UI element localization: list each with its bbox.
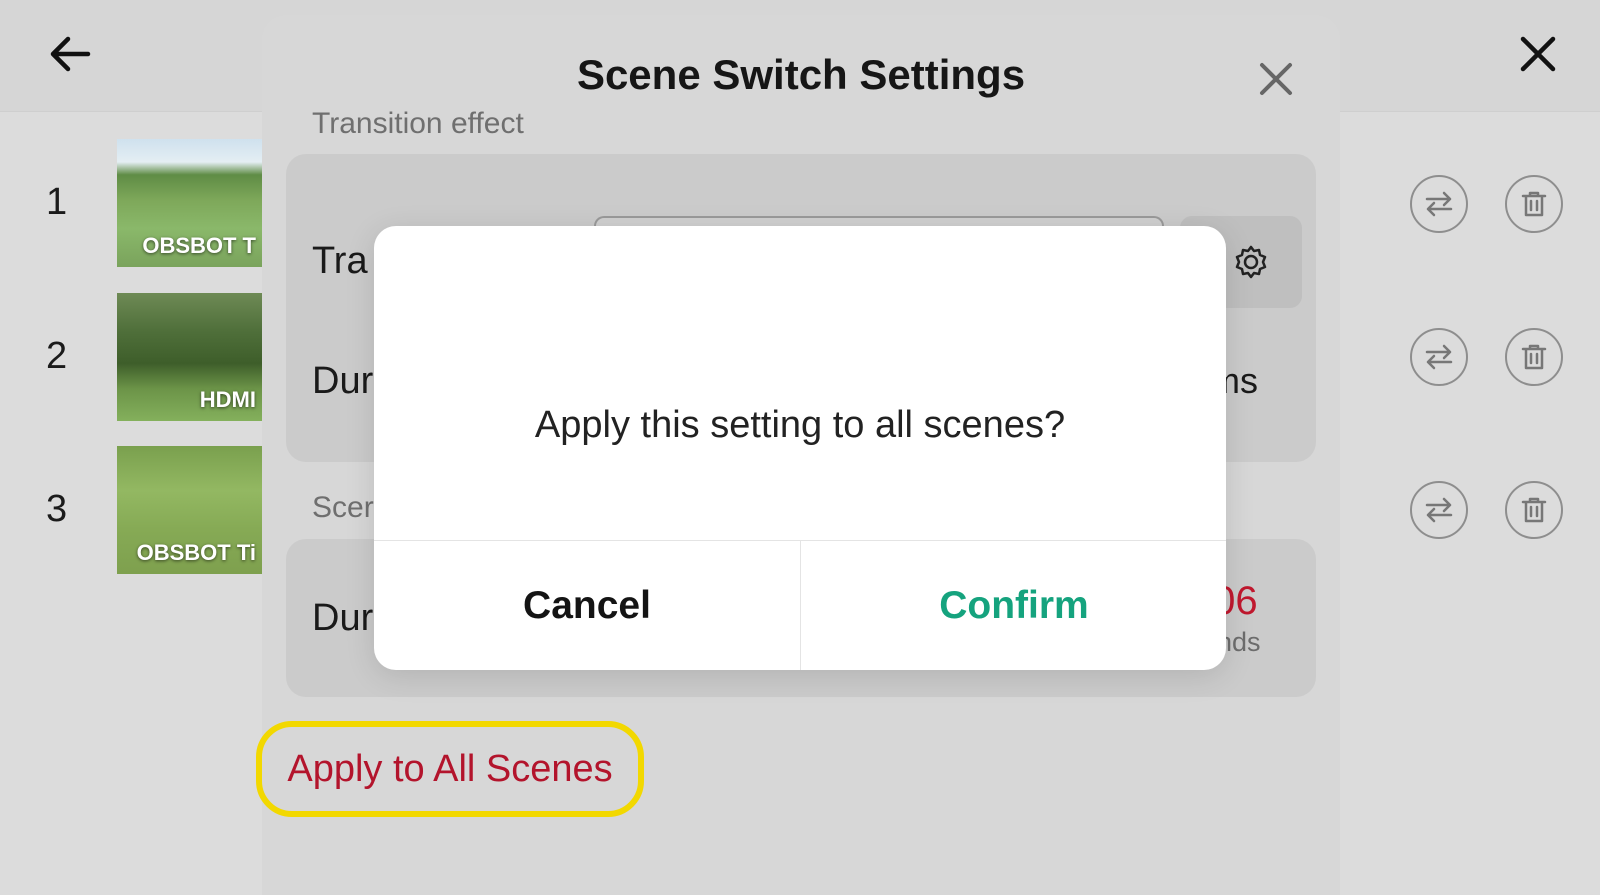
scene-number: 1 [46,181,68,223]
scene-actions-3 [1410,481,1570,541]
scene-thumbnail[interactable]: OBSBOT T [117,139,262,267]
gear-icon [1235,245,1267,279]
trash-icon [1521,344,1547,370]
scene-row-3[interactable]: 3 OBSBOT Ti [0,446,262,574]
close-icon [1260,63,1292,95]
close-app-button[interactable] [1510,30,1566,78]
scene-actions-2 [1410,328,1570,388]
transition-row-label: Tra [312,240,368,282]
swap-arrows-icon [1425,497,1453,523]
confirm-button[interactable]: Confirm [801,541,1226,670]
scene-label: HDMI [199,387,256,412]
scene-row-1[interactable]: 1 OBSBOT T [0,139,262,267]
swap-button[interactable] [1410,328,1468,386]
back-button[interactable] [44,30,96,78]
cancel-button[interactable]: Cancel [374,541,800,670]
dialog-message: Apply this setting to all scenes? [534,404,1066,446]
scene-thumbnail[interactable]: HDMI [117,293,262,421]
transition-section-label: Transition effect [312,107,524,140]
scene-duration-label: Dur [312,597,374,639]
scene-actions-1 [1410,175,1570,235]
scene-row-2[interactable]: 2 HDMI [0,293,262,421]
scene-label: OBSBOT Ti [136,540,256,565]
swap-button[interactable] [1410,481,1468,539]
apply-to-all-scenes-button[interactable]: Apply to All Scenes [256,721,644,817]
delete-button[interactable] [1505,481,1563,539]
sheet-title: Scene Switch Settings [576,51,1026,98]
scene-section-label: Scer [312,491,374,524]
scene-number: 2 [46,335,68,377]
swap-button[interactable] [1410,175,1468,233]
arrow-left-icon [50,36,91,72]
swap-arrows-icon [1425,344,1453,370]
confirm-dialog: Apply this setting to all scenes? Cancel… [374,226,1226,670]
delete-button[interactable] [1505,328,1563,386]
close-icon [1520,36,1556,72]
delete-button[interactable] [1505,175,1563,233]
scene-number: 3 [46,488,68,530]
duration-row-label: Dur [312,360,374,402]
scene-thumbnail[interactable]: OBSBOT Ti [117,446,262,574]
scene-label: OBSBOT T [142,233,256,258]
apply-to-all-scenes-label: Apply to All Scenes [287,747,613,790]
trash-icon [1521,191,1547,217]
sheet-close-button[interactable] [1250,53,1302,105]
swap-arrows-icon [1425,191,1453,217]
trash-icon [1521,497,1547,523]
